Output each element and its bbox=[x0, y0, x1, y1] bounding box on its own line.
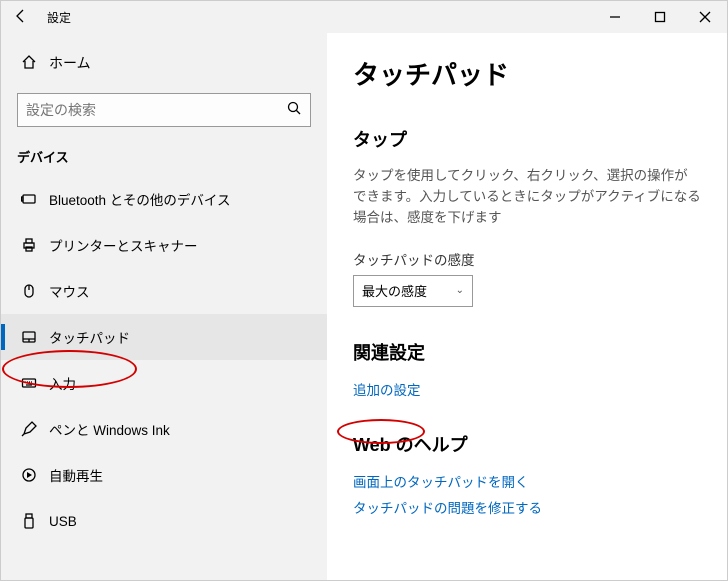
sidebar-item-label: Bluetooth とその他のデバイス bbox=[49, 189, 231, 209]
sidebar-item-label: 自動再生 bbox=[49, 465, 103, 485]
home-icon bbox=[21, 54, 49, 73]
pen-icon bbox=[21, 421, 49, 437]
minimize-icon bbox=[607, 9, 623, 25]
autoplay-icon bbox=[21, 467, 49, 483]
sidebar-item-label: プリンターとスキャナー bbox=[49, 235, 198, 255]
dropdown-value: 最大の感度 bbox=[362, 281, 427, 300]
category-heading: デバイス bbox=[1, 141, 327, 176]
section-heading-related: 関連設定 bbox=[353, 339, 701, 365]
touchpad-icon bbox=[21, 329, 49, 345]
help-link-fix-touchpad[interactable]: タッチパッドの問題を修正する bbox=[353, 497, 701, 517]
device-icon bbox=[21, 191, 49, 207]
sidebar-item-label: マウス bbox=[49, 281, 90, 301]
keyboard-icon bbox=[21, 375, 49, 391]
sidebar-item-autoplay[interactable]: 自動再生 bbox=[1, 452, 327, 498]
search-icon bbox=[286, 100, 302, 121]
sidebar-item-touchpad[interactable]: タッチパッド bbox=[1, 314, 327, 360]
maximize-button[interactable] bbox=[637, 1, 682, 33]
maximize-icon bbox=[652, 9, 668, 25]
printer-icon bbox=[21, 237, 49, 253]
minimize-button[interactable] bbox=[592, 1, 637, 33]
sidebar: ホーム デバイス Bluetooth とその他のデバイス プリンターとスキャナー bbox=[1, 33, 327, 580]
sidebar-item-printers[interactable]: プリンターとスキャナー bbox=[1, 222, 327, 268]
settings-window: 設定 ホーム デバイス Bluetooth とその他のデバイス bbox=[0, 0, 728, 581]
content-pane: タッチパッド タップ タップを使用してクリック、右クリック、選択の操作ができます… bbox=[327, 33, 727, 580]
close-icon bbox=[697, 9, 713, 25]
home-label: ホーム bbox=[49, 53, 91, 73]
window-title: 設定 bbox=[47, 9, 71, 26]
search-input[interactable] bbox=[26, 102, 286, 118]
sensitivity-dropdown[interactable]: 最大の感度 ⌄ bbox=[353, 275, 473, 307]
titlebar: 設定 bbox=[1, 1, 727, 33]
sidebar-item-bluetooth[interactable]: Bluetooth とその他のデバイス bbox=[1, 176, 327, 222]
sidebar-item-label: 入力 bbox=[49, 373, 76, 393]
nav-list: Bluetooth とその他のデバイス プリンターとスキャナー マウス タッチパ… bbox=[1, 176, 327, 544]
sidebar-item-typing[interactable]: 入力 bbox=[1, 360, 327, 406]
sidebar-item-usb[interactable]: USB bbox=[1, 498, 327, 544]
usb-icon bbox=[21, 513, 49, 529]
section-heading-tap: タップ bbox=[353, 126, 701, 152]
sensitivity-label: タッチパッドの感度 bbox=[353, 249, 701, 269]
arrow-left-icon bbox=[13, 8, 29, 24]
chevron-down-icon: ⌄ bbox=[456, 285, 464, 296]
sidebar-item-pen[interactable]: ペンと Windows Ink bbox=[1, 406, 327, 452]
page-title: タッチパッド bbox=[353, 55, 701, 92]
section-heading-help: Web のヘルプ bbox=[353, 431, 701, 457]
sidebar-item-label: ペンと Windows Ink bbox=[49, 419, 170, 439]
mouse-icon bbox=[21, 283, 49, 299]
sidebar-item-label: USB bbox=[49, 514, 77, 529]
search-box[interactable] bbox=[17, 93, 311, 127]
help-link-open-touchpad[interactable]: 画面上のタッチパッドを開く bbox=[353, 471, 701, 491]
back-button[interactable] bbox=[1, 8, 41, 27]
tap-description: タップを使用してクリック、右クリック、選択の操作ができます。入力しているときにタ… bbox=[353, 166, 701, 229]
sidebar-item-mouse[interactable]: マウス bbox=[1, 268, 327, 314]
sidebar-item-label: タッチパッド bbox=[49, 327, 130, 347]
additional-settings-link[interactable]: 追加の設定 bbox=[353, 379, 701, 399]
close-button[interactable] bbox=[682, 1, 727, 33]
home-button[interactable]: ホーム bbox=[1, 41, 327, 85]
window-controls bbox=[592, 1, 727, 33]
window-body: ホーム デバイス Bluetooth とその他のデバイス プリンターとスキャナー bbox=[1, 33, 727, 580]
